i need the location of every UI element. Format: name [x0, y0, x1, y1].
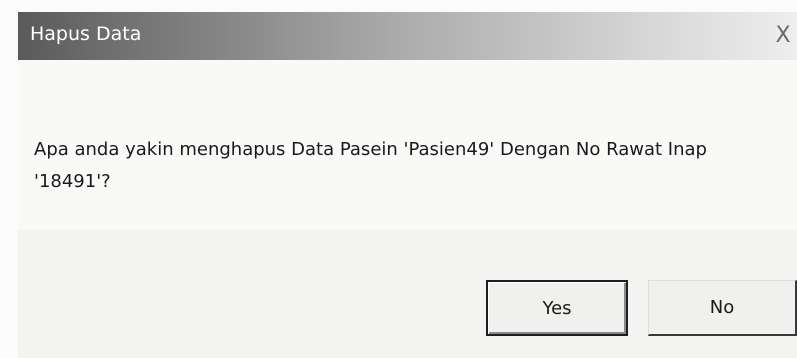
- close-icon[interactable]: X: [769, 20, 797, 50]
- dialog-button-area: Yes No: [18, 230, 797, 358]
- confirm-dialog: Hapus Data X Apa anda yakin menghapus Da…: [18, 12, 797, 358]
- yes-button[interactable]: Yes: [486, 280, 628, 336]
- no-button[interactable]: No: [648, 280, 797, 336]
- dialog-message: Apa anda yakin menghapus Data Pasein 'Pa…: [34, 139, 707, 192]
- page: Hapus Data X Apa anda yakin menghapus Da…: [0, 0, 797, 358]
- dialog-title-bar[interactable]: Hapus Data X: [18, 12, 797, 60]
- dialog-title: Hapus Data: [30, 23, 142, 45]
